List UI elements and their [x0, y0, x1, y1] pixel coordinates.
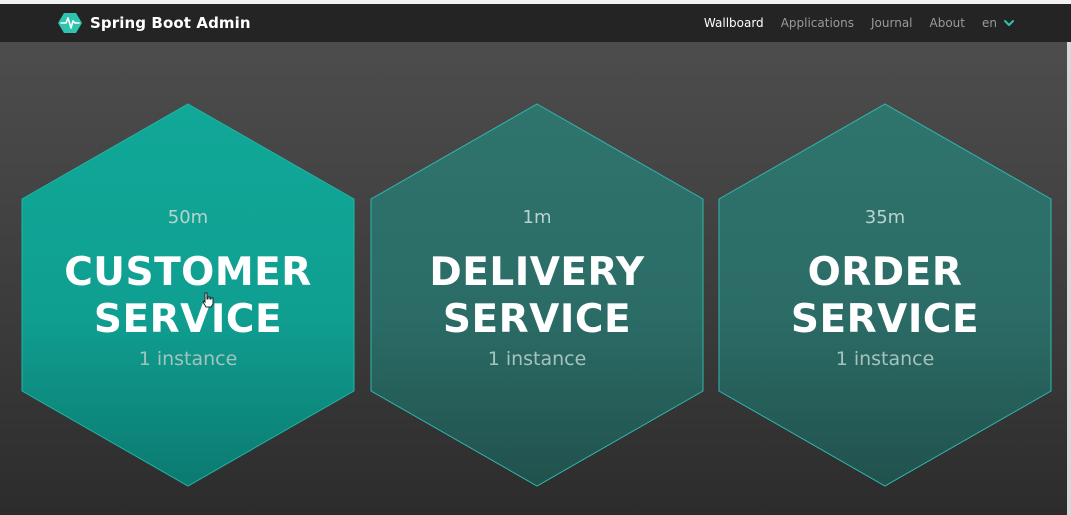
application-uptime: 50m [167, 207, 209, 228]
application-uptime: 1m [522, 207, 552, 228]
nav-link-about[interactable]: About [930, 16, 965, 30]
scrollbar[interactable] [1067, 42, 1071, 515]
nav-link-journal[interactable]: Journal [871, 16, 913, 30]
application-uptime: 35m [864, 207, 906, 228]
brand[interactable]: Spring Boot Admin [58, 11, 251, 35]
application-hexagon-order-service[interactable]: 35m ORDER SERVICE 1 instance [718, 103, 1052, 487]
brand-title: Spring Boot Admin [90, 14, 251, 32]
heartbeat-hexagon-icon [58, 13, 82, 33]
application-instance-count: 1 instance [138, 348, 238, 370]
chevron-down-icon [1004, 20, 1014, 26]
application-instance-count: 1 instance [487, 348, 587, 370]
application-name: DELIVERY SERVICE [429, 250, 645, 342]
navbar: Spring Boot Admin Wallboard Applications… [0, 4, 1071, 42]
application-name: CUSTOMER SERVICE [64, 250, 312, 342]
nav-link-applications[interactable]: Applications [781, 16, 854, 30]
application-hexagon-customer-service[interactable]: 50m CUSTOMER SERVICE 1 instance [21, 103, 355, 487]
language-label: en [982, 16, 997, 30]
application-name: ORDER SERVICE [790, 250, 980, 342]
language-selector[interactable]: en [982, 16, 1015, 30]
application-instance-count: 1 instance [835, 348, 935, 370]
nav-link-wallboard[interactable]: Wallboard [704, 16, 764, 30]
nav-links: Wallboard Applications Journal About en [687, 4, 1015, 42]
hand-pointer-cursor-icon [202, 292, 214, 308]
application-hexagon-delivery-service[interactable]: 1m DELIVERY SERVICE 1 instance [370, 103, 704, 487]
